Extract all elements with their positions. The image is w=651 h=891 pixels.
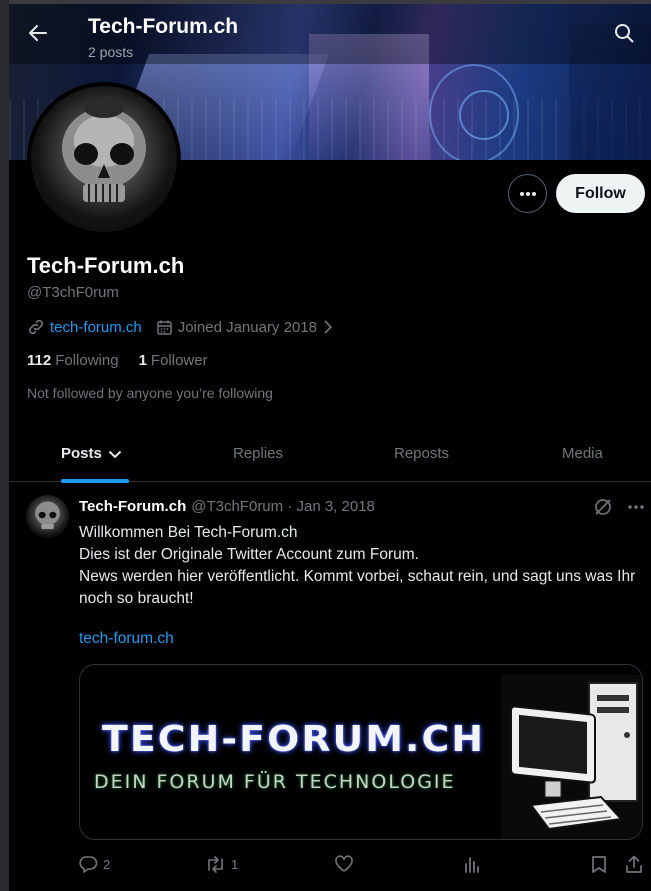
profile-handle: @T3chF0rum (27, 284, 119, 301)
follow-counts: 112 Following 1 Follower (27, 352, 228, 369)
more-horizontal-icon (519, 191, 536, 196)
following-count[interactable]: 112 (27, 352, 51, 369)
repost-button[interactable]: 1 (205, 855, 238, 874)
reply-button[interactable]: 2 (79, 855, 110, 874)
page-title: Tech-Forum.ch (88, 15, 239, 38)
repost-count: 1 (231, 857, 239, 872)
computer-illustration (501, 675, 642, 839)
like-button[interactable] (334, 855, 354, 873)
chevron-right-icon[interactable] (323, 320, 333, 334)
back-button[interactable] (23, 18, 53, 48)
profile-meta: tech-forum.ch Joined January 2018 (27, 316, 333, 338)
followers-label[interactable]: Follower (151, 352, 208, 369)
following-label[interactable]: Following (55, 352, 118, 369)
share-button[interactable] (625, 855, 643, 874)
profile-joined-date: Joined January 2018 (177, 318, 317, 336)
views-button[interactable] (463, 855, 481, 873)
card-subtitle: DEIN FORUM FÜR TECHNOLOGIE (94, 771, 456, 793)
skull-image (62, 98, 146, 202)
post-line: Dies ist der Originale Twitter Account z… (79, 546, 419, 563)
tab-label: Posts (61, 445, 102, 462)
reply-icon (79, 856, 98, 873)
post-header: Tech-Forum.ch @T3chF0rum · Jan 3, 2018 (79, 498, 375, 515)
post-line: Willkommen Bei Tech-Forum.ch (79, 524, 298, 541)
reply-count: 2 (103, 857, 111, 872)
heart-icon (335, 855, 353, 872)
share-icon (626, 855, 642, 873)
link-preview-card[interactable]: TECH-FORUM.CH DEIN FORUM FÜR TECHNOLOGIE (79, 664, 643, 840)
tab-posts[interactable]: Posts (61, 425, 122, 482)
bookmark-button[interactable] (591, 855, 607, 874)
profile-tabs: Posts Replies Reposts Media (9, 425, 651, 483)
top-bar: Tech-Forum.ch 2 posts (9, 4, 651, 64)
tab-media[interactable]: Media (562, 425, 603, 482)
bookmark-icon (592, 856, 606, 873)
skull-image (35, 501, 60, 530)
tab-replies[interactable]: Replies (233, 425, 283, 482)
post-avatar[interactable] (26, 495, 69, 538)
post-item[interactable]: Tech-Forum.ch @T3chF0rum · Jan 3, 2018 W… (9, 483, 651, 891)
link-icon (27, 318, 45, 336)
profile-avatar[interactable] (27, 82, 181, 236)
followers-count[interactable]: 1 (139, 352, 147, 369)
post-body: Willkommen Bei Tech-Forum.ch Dies ist de… (79, 522, 639, 610)
not-followed-notice: Not followed by anyone you’re following (27, 385, 273, 401)
search-icon (615, 24, 634, 43)
post-line: News werden hier veröffentlicht. Kommt v… (79, 568, 636, 607)
window-frame-left (0, 0, 9, 891)
post-author-name[interactable]: Tech-Forum.ch (79, 498, 186, 515)
analytics-icon (465, 857, 479, 873)
tab-reposts[interactable]: Reposts (394, 425, 449, 482)
card-title: TECH-FORUM.CH (102, 719, 486, 760)
chevron-down-icon (108, 450, 122, 458)
search-button[interactable] (611, 20, 637, 46)
post-link[interactable]: tech-forum.ch (79, 630, 174, 648)
post-count: 2 posts (88, 44, 134, 60)
more-horizontal-icon[interactable] (627, 504, 645, 510)
post-actions: 2 1 (79, 855, 651, 877)
profile-display-name: Tech-Forum.ch (27, 253, 185, 278)
grok-icon[interactable] (593, 497, 613, 517)
back-arrow-icon (29, 25, 47, 41)
post-author-meta: @T3chF0rum · Jan 3, 2018 (191, 498, 375, 515)
profile-website-link[interactable]: tech-forum.ch (50, 319, 142, 336)
calendar-icon (156, 319, 173, 336)
more-options-button[interactable] (508, 174, 547, 213)
follow-button[interactable]: Follow (556, 174, 645, 213)
post-top-actions (593, 497, 645, 517)
repost-icon (208, 856, 223, 873)
